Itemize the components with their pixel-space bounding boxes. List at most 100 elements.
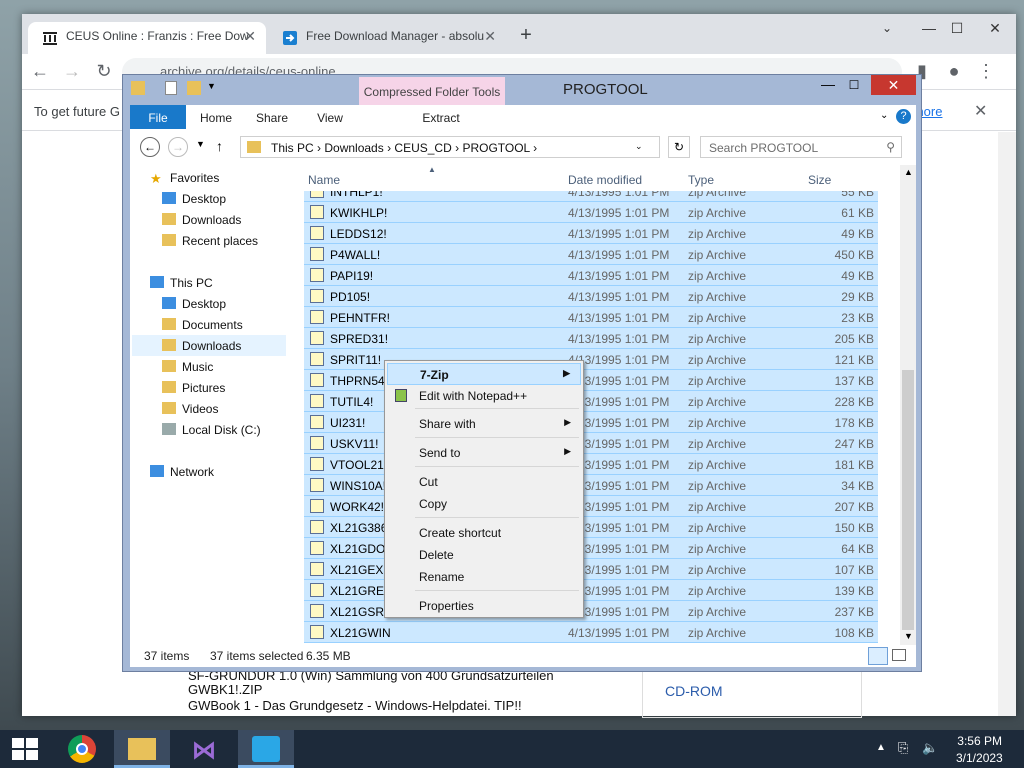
- forward-icon[interactable]: →: [60, 60, 84, 84]
- nav-pc-pictures[interactable]: Pictures: [162, 377, 225, 398]
- zip-file-icon: [310, 436, 324, 450]
- column-name[interactable]: Name: [308, 173, 340, 187]
- explorer-close-button[interactable]: ✕: [871, 75, 916, 95]
- tab-close-icon[interactable]: ✕: [484, 28, 496, 45]
- breadcrumb-downloads[interactable]: Downloads: [324, 141, 383, 155]
- menu-icon[interactable]: ⋮: [974, 60, 998, 84]
- nav-pc-local-disk[interactable]: Local Disk (C:): [162, 419, 261, 440]
- help-icon[interactable]: ?: [896, 109, 911, 124]
- explorer-minimize-button[interactable]: —: [815, 75, 841, 95]
- refresh-icon[interactable]: ↻: [668, 136, 690, 158]
- taskbar-chrome[interactable]: [54, 730, 110, 768]
- breadcrumb[interactable]: This PC › Downloads › CEUS_CD › PROGTOOL…: [240, 136, 660, 158]
- menu-item-edit-notepadpp[interactable]: Edit with Notepad++: [387, 385, 581, 407]
- table-row[interactable]: INTHLP1! 4/13/1995 1:01 PM zip Archive 55 K…: [304, 191, 878, 202]
- tab-extract[interactable]: Extract: [406, 105, 476, 129]
- menu-item-cut[interactable]: Cut: [387, 471, 581, 493]
- recent-locations-icon[interactable]: ▼: [196, 139, 205, 149]
- up-icon[interactable]: ↑: [216, 138, 223, 154]
- network-tray-icon[interactable]: ⎘: [898, 740, 908, 756]
- nav-pc-downloads[interactable]: Downloads: [132, 335, 286, 356]
- menu-item-7zip[interactable]: 7-Zip ▶: [387, 363, 581, 385]
- nav-pc-videos[interactable]: Videos: [162, 398, 218, 419]
- details-view-icon[interactable]: [868, 647, 888, 665]
- explorer-maximize-button[interactable]: ☐: [841, 75, 867, 95]
- menu-item-rename[interactable]: Rename: [387, 566, 581, 588]
- menu-item-properties[interactable]: Properties: [387, 595, 581, 617]
- nav-pc-music[interactable]: Music: [162, 356, 213, 377]
- nav-fav-recent-places[interactable]: Recent places: [162, 230, 258, 251]
- new-folder-icon[interactable]: [187, 81, 201, 95]
- menu-item-delete[interactable]: Delete: [387, 544, 581, 566]
- nav-fav-desktop[interactable]: Desktop: [162, 188, 226, 209]
- tab-ceus-online[interactable]: CEUS Online : Franzis : Free Dow ✕: [28, 22, 266, 54]
- column-size[interactable]: Size: [808, 173, 831, 187]
- menu-item-copy[interactable]: Copy: [387, 493, 581, 515]
- ribbon-expand-icon[interactable]: ⌄: [880, 110, 888, 121]
- taskbar-file-explorer[interactable]: [114, 730, 170, 768]
- menu-item-share-with[interactable]: Share with ▶: [387, 413, 581, 435]
- table-row[interactable]: XL21GWIN 4/13/1995 1:01 PM zip Archive 108 …: [304, 622, 878, 643]
- nav-this-pc[interactable]: This PC: [150, 272, 213, 293]
- large-icons-view-icon[interactable]: [892, 649, 906, 661]
- tab-file[interactable]: File: [130, 105, 186, 129]
- table-row[interactable]: LEDDS12! 4/13/1995 1:01 PM zip Archive 49 K…: [304, 223, 878, 244]
- clock-date[interactable]: 3/1/2023: [956, 751, 1003, 765]
- nav-network[interactable]: Network: [150, 461, 214, 482]
- search-icon: ⚲: [886, 140, 895, 154]
- tab-share[interactable]: Share: [248, 105, 296, 129]
- maximize-button[interactable]: ☐: [940, 14, 974, 44]
- file-size: 107 KB: [834, 563, 874, 577]
- tray-chevron-icon[interactable]: ▲: [876, 742, 886, 753]
- table-row[interactable]: SPRED31! 4/13/1995 1:01 PM zip Archive 205 …: [304, 328, 878, 349]
- table-row[interactable]: PAPI19! 4/13/1995 1:01 PM zip Archive 49 KB: [304, 265, 878, 286]
- taskbar-fdm[interactable]: [238, 730, 294, 768]
- profile-icon[interactable]: ●: [942, 60, 966, 84]
- column-type[interactable]: Type: [688, 173, 714, 187]
- scrollbar-thumb[interactable]: [902, 370, 914, 630]
- search-input[interactable]: Search PROGTOOL ⚲: [700, 136, 902, 158]
- scroll-up-icon[interactable]: ▲: [904, 167, 913, 177]
- tab-home[interactable]: Home: [192, 105, 240, 129]
- tab-close-icon[interactable]: ✕: [244, 28, 256, 45]
- info-bar-close-icon[interactable]: ✕: [974, 101, 987, 121]
- breadcrumb-progtool[interactable]: PROGTOOL: [462, 141, 529, 155]
- nav-pc-desktop[interactable]: Desktop: [162, 293, 226, 314]
- volume-icon[interactable]: 🔈: [922, 740, 938, 756]
- menu-item-create-shortcut[interactable]: Create shortcut: [387, 522, 581, 544]
- taskbar-visual-studio[interactable]: ⋈: [176, 730, 232, 768]
- start-button[interactable]: [0, 730, 50, 768]
- table-row[interactable]: PD105! 4/13/1995 1:01 PM zip Archive 29 KB: [304, 286, 878, 307]
- videos-icon: [162, 402, 176, 414]
- breadcrumb-this-pc[interactable]: This PC: [271, 141, 314, 155]
- back-icon[interactable]: ←: [28, 60, 52, 84]
- nav-fav-downloads[interactable]: Downloads: [162, 209, 241, 230]
- back-icon[interactable]: ←: [140, 137, 160, 157]
- forward-icon[interactable]: →: [168, 137, 188, 157]
- breadcrumb-dropdown-icon[interactable]: ⌄: [635, 141, 643, 152]
- page-scrollbar[interactable]: [998, 132, 1016, 716]
- nav-pc-documents[interactable]: Documents: [162, 314, 243, 335]
- submenu-arrow-icon: ▶: [564, 446, 571, 456]
- clock-time[interactable]: 3:56 PM: [956, 734, 1002, 748]
- table-row[interactable]: P4WALL! 4/13/1995 1:01 PM zip Archive 450 K…: [304, 244, 878, 265]
- nav-favorites[interactable]: ★ Favorites: [150, 167, 219, 188]
- reload-icon[interactable]: ↻: [92, 60, 116, 84]
- scroll-down-icon[interactable]: ▼: [904, 631, 913, 641]
- menu-item-send-to[interactable]: Send to ▶: [387, 442, 581, 464]
- tab-free-download-manager[interactable]: Free Download Manager - absolu ✕: [268, 22, 506, 54]
- quick-access-dropdown-icon[interactable]: ▼: [207, 81, 216, 91]
- windows-logo-icon: [12, 738, 38, 760]
- new-tab-button[interactable]: +: [514, 24, 538, 48]
- table-row[interactable]: KWIKHLP! 4/13/1995 1:01 PM zip Archive 61 K…: [304, 202, 878, 223]
- file-size: 205 KB: [834, 332, 874, 346]
- table-row[interactable]: PEHNTFR! 4/13/1995 1:01 PM zip Archive 23 K…: [304, 307, 878, 328]
- compressed-folder-tools-tab[interactable]: Compressed Folder Tools: [359, 77, 505, 107]
- tab-view[interactable]: View: [306, 105, 354, 129]
- close-button[interactable]: ✕: [978, 14, 1012, 44]
- breadcrumb-ceus-cd[interactable]: CEUS_CD: [394, 141, 451, 155]
- properties-icon[interactable]: [165, 81, 177, 95]
- menu-label: Cut: [419, 475, 438, 489]
- column-date[interactable]: Date modified: [568, 173, 642, 187]
- tab-search-icon[interactable]: ⌄: [870, 14, 904, 44]
